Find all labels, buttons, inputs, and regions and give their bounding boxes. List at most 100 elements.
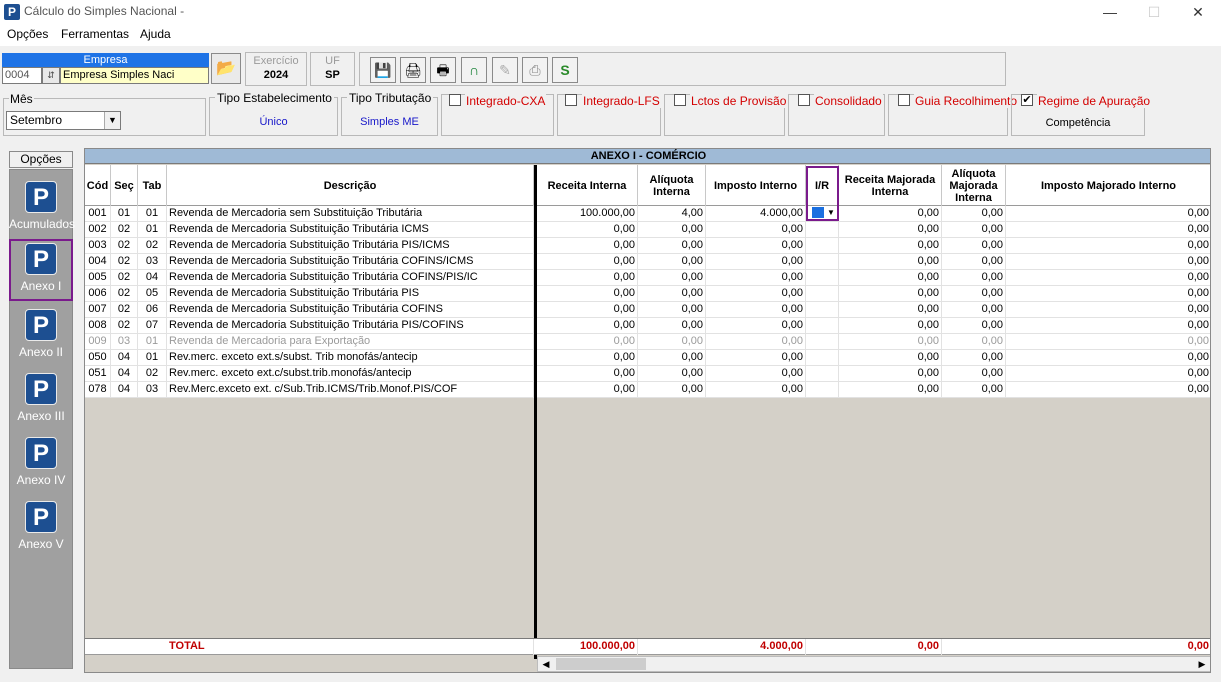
cell-aliquota-majorada[interactable]: 0,00 bbox=[942, 286, 1006, 302]
cell-sec[interactable]: 02 bbox=[111, 222, 138, 238]
nav-item-anexo-iii[interactable]: P Anexo III bbox=[9, 369, 73, 431]
cell-aliquota-majorada[interactable]: 0,00 bbox=[942, 206, 1006, 222]
cell-ir[interactable] bbox=[806, 382, 839, 398]
cell-descricao[interactable]: Revenda de Mercadoria Substituição Tribu… bbox=[167, 238, 534, 254]
table-row[interactable]: 005 02 04 Revenda de Mercadoria Substituiçã… bbox=[85, 270, 1210, 286]
header-receita-majorada[interactable]: Receita Majorada Interna bbox=[839, 165, 942, 206]
cell-ir[interactable] bbox=[806, 366, 839, 382]
regime-apuracao-checkbox[interactable]: ✔ bbox=[1021, 94, 1033, 106]
cell-sec[interactable]: 02 bbox=[111, 286, 138, 302]
header-receita-interna[interactable]: Receita Interna bbox=[537, 165, 638, 206]
cell-aliquota-interna[interactable]: 0,00 bbox=[638, 270, 706, 286]
cell-imposto-interno[interactable]: 0,00 bbox=[706, 350, 806, 366]
menu-ajuda[interactable]: Ajuda bbox=[140, 27, 171, 41]
table-row[interactable]: 002 02 01 Revenda de Mercadoria Substituiçã… bbox=[85, 222, 1210, 238]
cell-receita-interna[interactable]: 0,00 bbox=[537, 286, 638, 302]
cell-aliquota-interna[interactable]: 0,00 bbox=[638, 254, 706, 270]
cell-aliquota-interna[interactable]: 0,00 bbox=[638, 318, 706, 334]
cell-sec[interactable]: 02 bbox=[111, 238, 138, 254]
cell-receita-interna[interactable]: 0,00 bbox=[537, 350, 638, 366]
cell-sec[interactable]: 01 bbox=[111, 206, 138, 222]
cell-imposto-interno[interactable]: 0,00 bbox=[706, 366, 806, 382]
magnet-button[interactable]: ∩ bbox=[461, 57, 487, 83]
integrado-cxa-checkbox[interactable] bbox=[449, 94, 461, 106]
cell-imposto-majorado[interactable]: 0,00 bbox=[1006, 318, 1210, 334]
cell-tab[interactable]: 02 bbox=[138, 366, 167, 382]
cell-receita-majorada[interactable]: 0,00 bbox=[839, 238, 942, 254]
cell-receita-majorada[interactable]: 0,00 bbox=[839, 270, 942, 286]
cell-imposto-majorado[interactable]: 0,00 bbox=[1006, 270, 1210, 286]
cell-sec[interactable]: 02 bbox=[111, 318, 138, 334]
cell-descricao[interactable]: Rev.Merc.exceto ext. c/Sub.Trib.ICMS/Tri… bbox=[167, 382, 534, 398]
cell-receita-majorada[interactable]: 0,00 bbox=[839, 302, 942, 318]
cell-tab[interactable]: 01 bbox=[138, 206, 167, 222]
header-cod[interactable]: Cód bbox=[85, 165, 111, 206]
open-folder-button[interactable]: 📂 bbox=[211, 53, 241, 84]
header-descricao[interactable]: Descrição bbox=[167, 165, 534, 206]
cell-aliquota-interna[interactable]: 0,00 bbox=[638, 366, 706, 382]
table-row[interactable]: 078 04 03 Rev.Merc.exceto ext. c/Sub.Trib.I… bbox=[85, 382, 1210, 398]
cell-cod[interactable]: 006 bbox=[85, 286, 111, 302]
disabled-tool-button[interactable]: ✎ bbox=[492, 57, 518, 83]
header-tab[interactable]: Tab bbox=[138, 165, 167, 206]
cell-sec[interactable]: 04 bbox=[111, 382, 138, 398]
cell-aliquota-interna[interactable]: 0,00 bbox=[638, 286, 706, 302]
scroll-thumb[interactable] bbox=[556, 658, 646, 670]
cell-descricao[interactable]: Revenda de Mercadoria para Exportação bbox=[167, 334, 534, 350]
cell-tab[interactable]: 01 bbox=[138, 222, 167, 238]
cell-imposto-interno[interactable]: 0,00 bbox=[706, 222, 806, 238]
cell-aliquota-interna[interactable]: 0,00 bbox=[638, 334, 706, 350]
integrado-lfs-checkbox[interactable] bbox=[565, 94, 577, 106]
refresh-button[interactable]: S bbox=[552, 57, 578, 83]
cell-imposto-majorado[interactable]: 0,00 bbox=[1006, 206, 1210, 222]
cell-receita-interna[interactable]: 0,00 bbox=[537, 334, 638, 350]
cell-sec[interactable]: 04 bbox=[111, 366, 138, 382]
empresa-code-input[interactable]: 0004 bbox=[2, 67, 42, 84]
cell-imposto-majorado[interactable]: 0,00 bbox=[1006, 366, 1210, 382]
cell-tab[interactable]: 02 bbox=[138, 238, 167, 254]
close-button[interactable]: ✕ bbox=[1175, 2, 1221, 22]
menu-opcoes[interactable]: Opções bbox=[7, 27, 48, 41]
table-row[interactable]: 003 02 02 Revenda de Mercadoria Substituiçã… bbox=[85, 238, 1210, 254]
cell-ir[interactable] bbox=[806, 254, 839, 270]
cell-descricao[interactable]: Revenda de Mercadoria sem Substituição T… bbox=[167, 206, 534, 222]
cell-cod[interactable]: 051 bbox=[85, 366, 111, 382]
cell-imposto-majorado[interactable]: 0,00 bbox=[1006, 302, 1210, 318]
cell-receita-interna[interactable]: 0,00 bbox=[537, 222, 638, 238]
nav-opcoes-header[interactable]: Opções bbox=[9, 151, 73, 168]
cell-cod[interactable]: 005 bbox=[85, 270, 111, 286]
cell-receita-majorada[interactable]: 0,00 bbox=[839, 382, 942, 398]
cell-tab[interactable]: 01 bbox=[138, 350, 167, 366]
cell-receita-majorada[interactable]: 0,00 bbox=[839, 222, 942, 238]
cell-receita-interna[interactable]: 0,00 bbox=[537, 366, 638, 382]
cell-tab[interactable]: 05 bbox=[138, 286, 167, 302]
header-imposto-interno[interactable]: Imposto Interno bbox=[706, 165, 806, 206]
header-aliquota-interna[interactable]: Alíquota Interna bbox=[638, 165, 706, 206]
cell-tab[interactable]: 03 bbox=[138, 382, 167, 398]
cell-descricao[interactable]: Revenda de Mercadoria Substituição Tribu… bbox=[167, 302, 534, 318]
scanner-button[interactable]: ⎙ bbox=[522, 57, 548, 83]
cell-receita-majorada[interactable]: 0,00 bbox=[839, 206, 942, 222]
cell-tab[interactable]: 03 bbox=[138, 254, 167, 270]
table-row[interactable]: 051 04 02 Rev.merc. exceto ext.c/subst.trib… bbox=[85, 366, 1210, 382]
save-button[interactable]: 💾 bbox=[370, 57, 396, 83]
cell-aliquota-interna[interactable]: 0,00 bbox=[638, 350, 706, 366]
cell-receita-interna[interactable]: 0,00 bbox=[537, 270, 638, 286]
table-row[interactable]: 004 02 03 Revenda de Mercadoria Substituiçã… bbox=[85, 254, 1210, 270]
cell-imposto-interno[interactable]: 0,00 bbox=[706, 382, 806, 398]
cell-imposto-majorado[interactable]: 0,00 bbox=[1006, 286, 1210, 302]
chevron-down-icon[interactable]: ▼ bbox=[104, 112, 120, 129]
cell-cod[interactable]: 050 bbox=[85, 350, 111, 366]
cell-tab[interactable]: 04 bbox=[138, 270, 167, 286]
table-row[interactable]: 001 01 01 Revenda de Mercadoria sem Substit… bbox=[85, 206, 1210, 222]
nav-item-anexo-ii[interactable]: P Anexo II bbox=[9, 305, 73, 367]
cell-aliquota-majorada[interactable]: 0,00 bbox=[942, 382, 1006, 398]
cell-ir[interactable] bbox=[806, 286, 839, 302]
cell-aliquota-interna[interactable]: 0,00 bbox=[638, 222, 706, 238]
cell-aliquota-majorada[interactable]: 0,00 bbox=[942, 334, 1006, 350]
cell-receita-interna[interactable]: 100.000,00 bbox=[537, 206, 638, 222]
cell-cod[interactable]: 002 bbox=[85, 222, 111, 238]
cell-receita-majorada[interactable]: 0,00 bbox=[839, 286, 942, 302]
nav-item-acumulados[interactable]: P Acumulados bbox=[9, 177, 75, 239]
cell-descricao[interactable]: Rev.merc. exceto ext.c/subst.trib.monofá… bbox=[167, 366, 534, 382]
